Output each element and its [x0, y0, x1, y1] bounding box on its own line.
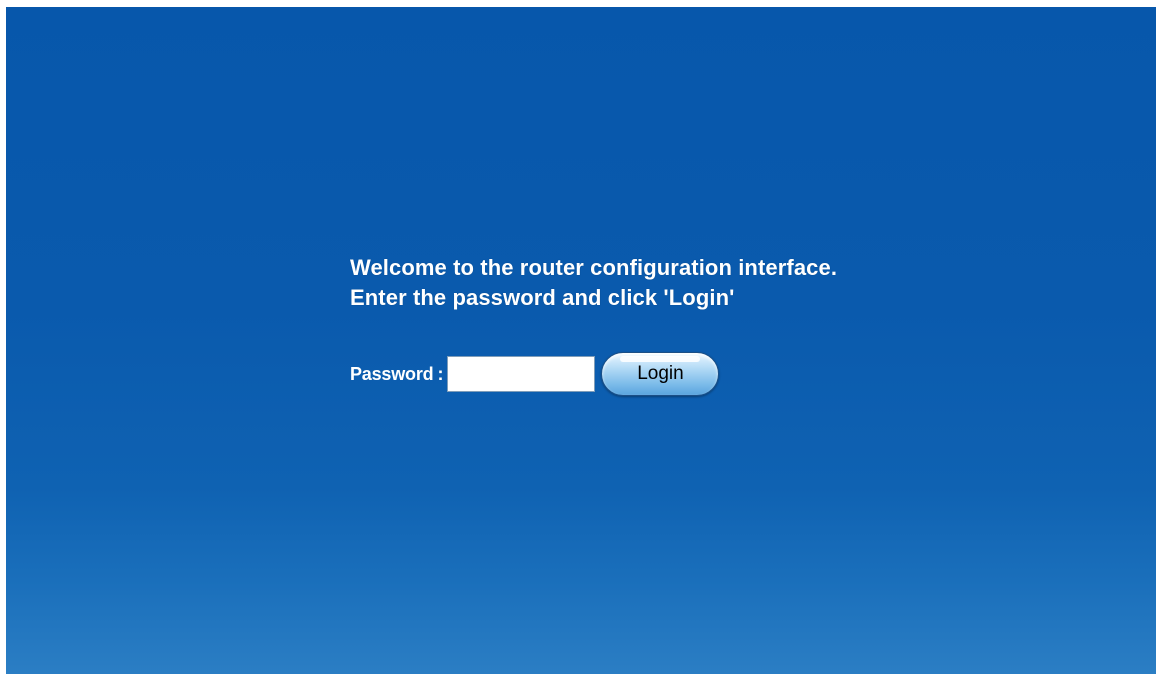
login-button[interactable]: Login: [601, 352, 720, 396]
welcome-line-1: Welcome to the router configuration inte…: [350, 255, 838, 280]
welcome-message: Welcome to the router configuration inte…: [350, 253, 837, 313]
password-row: Password : Login: [350, 352, 720, 396]
button-gloss: [620, 356, 701, 362]
login-page-background: Welcome to the router configuration inte…: [6, 7, 1156, 674]
password-input[interactable]: [447, 356, 596, 392]
password-label-colon: :: [437, 363, 444, 384]
login-button-label: Login: [637, 363, 684, 384]
password-label: Password: [350, 363, 434, 384]
welcome-line-2: Enter the password and click 'Login': [350, 285, 735, 310]
